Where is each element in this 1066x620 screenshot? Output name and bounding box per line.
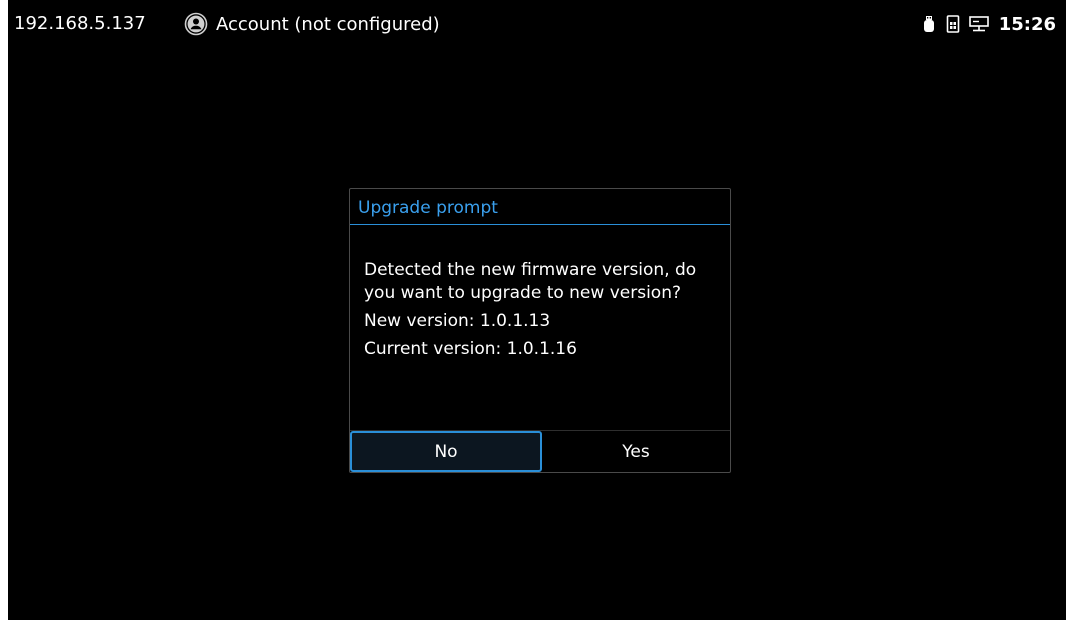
ip-address: 192.168.5.137 <box>14 13 146 34</box>
status-bar: 192.168.5.137 Account (not configured) 1… <box>8 0 1066 48</box>
upgrade-dialog: Upgrade prompt Detected the new firmware… <box>349 188 731 473</box>
account-circle-icon <box>184 12 208 36</box>
account-label: Account (not configured) <box>216 13 440 35</box>
dialog-buttons: No Yes <box>350 430 730 472</box>
status-icons: 15:26 <box>921 9 1056 39</box>
dialog-title: Upgrade prompt <box>350 189 730 225</box>
usb-icon <box>923 16 934 32</box>
clock: 15:26 <box>998 13 1056 35</box>
dialog-body: Detected the new firmware version, do yo… <box>364 259 724 366</box>
current-version-text: Current version: 1.0.1.16 <box>364 339 577 359</box>
no-button[interactable]: No <box>350 431 542 472</box>
account-status[interactable]: Account (not configured) <box>184 9 440 39</box>
sim-card-icon <box>946 15 960 33</box>
network-icon <box>968 16 989 32</box>
new-version-text: New version: 1.0.1.13 <box>364 311 551 331</box>
screen: 192.168.5.137 Account (not configured) 1… <box>8 0 1066 620</box>
dialog-message: Detected the new firmware version, do yo… <box>364 260 697 303</box>
yes-button[interactable]: Yes <box>542 431 730 472</box>
